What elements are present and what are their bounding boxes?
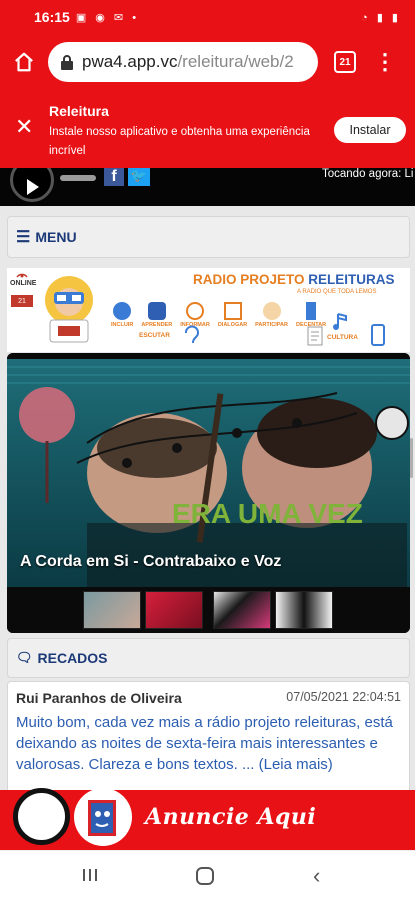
slide-caption[interactable]: A Corda em Si - Contrabaixo e Voz [20, 553, 281, 571]
browser-toolbar: pwa4.app.vc/releitura/web/2 21 ⋮ [0, 34, 415, 90]
overflow-menu-icon[interactable]: ⋮ [374, 51, 396, 73]
banner-app-name: Releitura [49, 103, 109, 119]
feature-dialogar: DIALOGAR [218, 302, 247, 328]
person-icon [113, 302, 132, 320]
status-bar: 16:15 ▣ ◉ ✉ • ◔ ▮ ▮ [0, 0, 415, 34]
home-button[interactable] [0, 38, 48, 86]
dialog-icon [223, 302, 242, 320]
feature-escutar: ESCUTAR [139, 332, 170, 339]
recados-header[interactable]: 🗨 RECADOS [7, 638, 410, 678]
book-mascot-icon [74, 788, 132, 846]
online-label: ONLINE [10, 280, 37, 287]
install-app-banner: ✕ Releitura Instale nosso aplicativo e o… [0, 90, 415, 168]
featured-carousel[interactable]: ERA UMA VEZ A Corda em Si - Contrabaixo … [7, 353, 410, 633]
radio-signal-icon [16, 273, 28, 278]
menu-toggle[interactable]: ☰ MENU [7, 216, 410, 258]
play-button[interactable] [10, 168, 54, 202]
carousel-thumbnail[interactable] [145, 591, 203, 629]
feature-decentar: DECENTAR [296, 302, 326, 328]
url-path: /releitura/web/2 [177, 52, 294, 71]
message-author: Rui Paranhos de Oliveira [16, 690, 182, 706]
reader-icon [147, 302, 166, 320]
banner-title: RADIO PROJETO RELEITURAS [193, 272, 395, 287]
tab-switcher-button[interactable]: 21 [334, 51, 356, 73]
recado-message[interactable]: Rui Paranhos de Oliveira 07/05/2021 22:0… [7, 681, 410, 790]
ad-text: Anuncie Aqui [145, 804, 317, 830]
ear-icon [185, 325, 199, 344]
system-navigation-bar: ‹ [0, 850, 415, 900]
phone-app-icon [371, 324, 385, 346]
tab-count: 21 [339, 56, 351, 68]
chat-bubbles-icon: 🗨 [16, 650, 33, 665]
banner-description: Instale nosso aplicativo e obtenha uma e… [49, 126, 310, 157]
slide-overlay-text: ERA UMA VEZ [172, 498, 363, 529]
close-icon[interactable]: ✕ [15, 116, 33, 138]
menu-label: MENU [35, 229, 77, 245]
ad-circle-icon [13, 788, 70, 845]
now-playing-text: Tocando agora: Li [322, 168, 414, 180]
lock-icon [61, 55, 73, 70]
hamburger-icon: ☰ [16, 229, 31, 246]
message-text[interactable]: Muito bom, cada vez mais a rádio projeto… [16, 712, 406, 775]
scrollbar[interactable] [410, 438, 413, 478]
page-content[interactable]: ☰ MENU ONLINE 21 RADIO PROJETO RELEITURA… [0, 206, 415, 790]
recados-label: RECADOS [37, 650, 108, 666]
install-button[interactable]: Instalar [334, 117, 406, 143]
document-icon [307, 326, 323, 346]
hands-icon [262, 302, 281, 320]
music-note-icon [333, 313, 347, 330]
advertise-banner[interactable]: Anuncie Aqui [0, 788, 415, 850]
message-date: 07/05/2021 22:04:51 [286, 690, 401, 704]
info-icon [186, 302, 204, 320]
home-nav-icon[interactable] [196, 867, 214, 885]
address-bar[interactable]: pwa4.app.vc/releitura/web/2 [48, 42, 318, 82]
feature-participar: PARTICIPAR [255, 302, 288, 328]
notification-icons: ▣ ◉ ✉ • [75, 11, 140, 24]
carousel-thumbnail[interactable] [213, 591, 271, 629]
system-status-icons: ◔ ▮ ▮ [361, 11, 401, 24]
home-icon [15, 52, 33, 72]
radio-mascot-logo [45, 276, 93, 343]
twitter-icon[interactable]: 🐦 [128, 168, 150, 186]
clock: 16:15 [34, 9, 70, 25]
radio-player: f 🐦 Tocando agora: Li [0, 168, 415, 206]
signpost-icon [306, 302, 317, 320]
recent-apps-icon[interactable] [80, 867, 100, 883]
back-icon[interactable]: ‹ [313, 865, 320, 887]
url-host: pwa4.app.vc [82, 52, 178, 71]
facebook-icon[interactable]: f [104, 168, 124, 186]
carousel-thumbnail[interactable] [275, 591, 333, 629]
play-icon [27, 179, 39, 195]
radio-logo-banner: ONLINE 21 RADIO PROJETO RELEITURAS A RAD… [7, 268, 410, 352]
banner-feature-row: INCLUIR APRENDER INFORMAR DIALOGAR PARTI… [111, 302, 326, 328]
carousel-thumbnails [7, 587, 410, 633]
feature-aprender: APRENDER [141, 302, 172, 328]
carousel-thumbnail[interactable] [83, 591, 141, 629]
online-count: 21 [11, 295, 33, 307]
slide-image: ERA UMA VEZ [7, 353, 410, 587]
feature-cultura: CULTURA [327, 334, 358, 341]
banner-subtitle: A RADIO QUE TODA LEMOS [297, 289, 377, 295]
feature-incluir: INCLUIR [111, 302, 133, 328]
volume-slider[interactable] [60, 175, 96, 181]
